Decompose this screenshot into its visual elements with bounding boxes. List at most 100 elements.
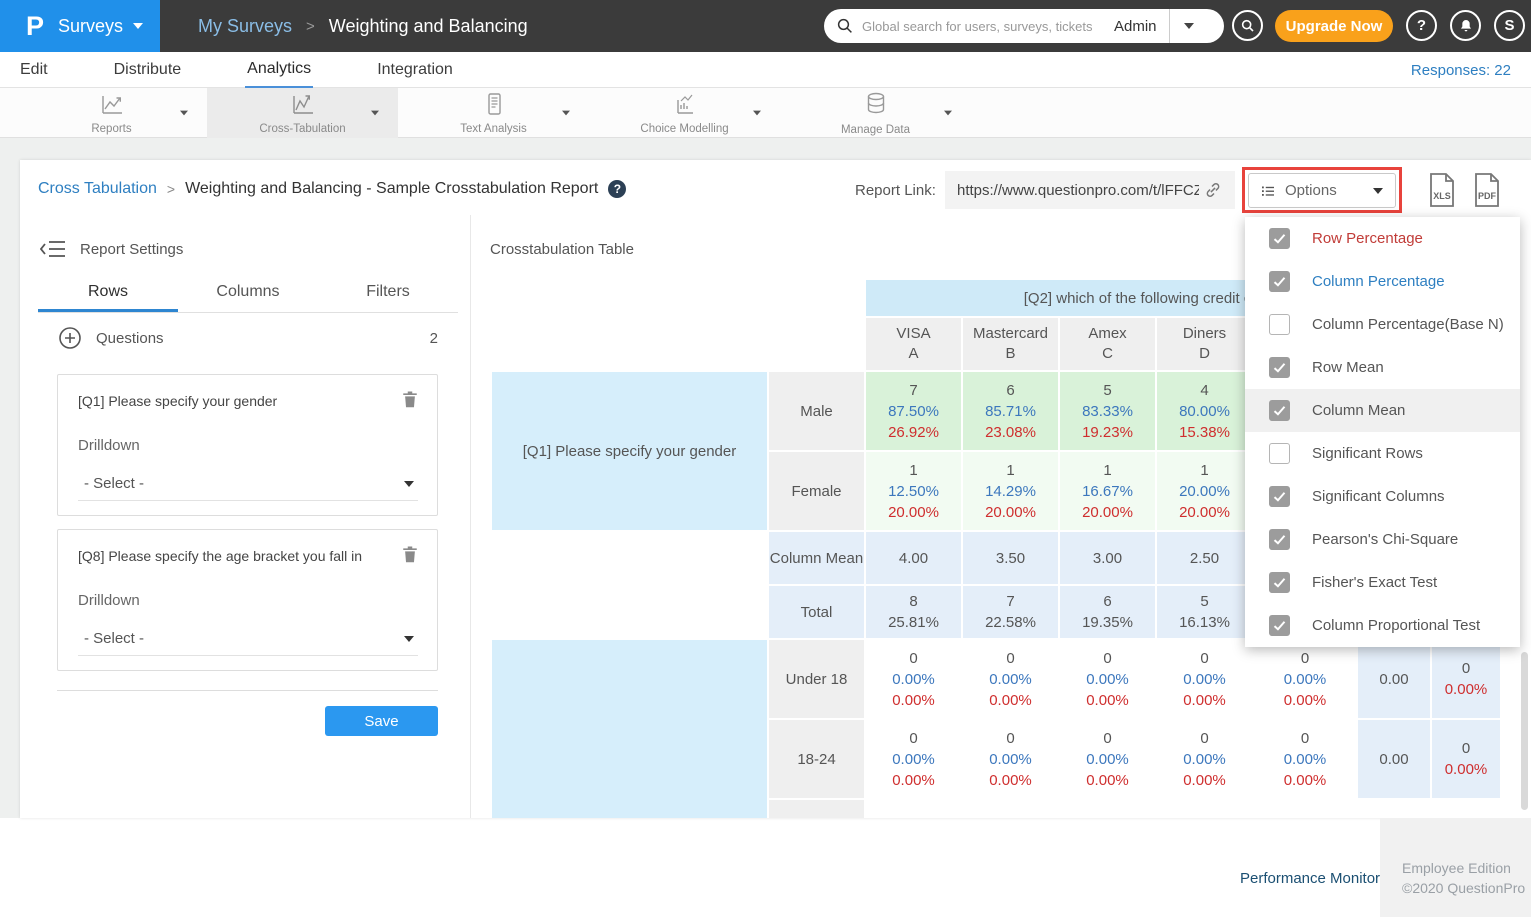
options-menu-item-column-mean[interactable]: Column Mean [1245, 389, 1520, 432]
crosstab-cell [1358, 800, 1430, 818]
checkbox-checked-icon[interactable] [1269, 486, 1290, 507]
options-menu-item-significant-rows[interactable]: Significant Rows [1245, 432, 1520, 475]
drilldown-label: Drilldown [78, 437, 140, 454]
tab-filters[interactable]: Filters [318, 280, 458, 312]
upgrade-now-button[interactable]: Upgrade Now [1275, 10, 1393, 42]
crosstab-cell: 825.81% [866, 586, 961, 638]
table-scrollbar-thumb[interactable] [1521, 652, 1528, 810]
question-text: [Q8] Please specify the age bracket you … [78, 548, 378, 564]
report-link-label: Report Link: [855, 182, 936, 199]
crosstab-cell: 480.00%15.38% [1157, 372, 1252, 450]
options-menu-item-label: Fisher's Exact Test [1312, 574, 1437, 591]
checkbox-unchecked-icon[interactable] [1269, 314, 1290, 335]
checkbox-checked-icon[interactable] [1269, 615, 1290, 636]
breadcrumb-separator: > [167, 181, 175, 197]
toolbar-item-manage-data[interactable]: Manage Data [780, 88, 971, 138]
crosstab-cell: 00.00%0.00% [1157, 640, 1252, 718]
options-menu-item-row-percentage[interactable]: Row Percentage [1245, 217, 1520, 260]
cell-line: 0.00% [1254, 749, 1356, 770]
export-pdf-button[interactable]: PDF [1472, 172, 1502, 213]
cell-line: 0.00% [1254, 690, 1356, 711]
help-icon[interactable]: ? [608, 180, 626, 198]
surveys-product-menu[interactable]: P Surveys [0, 0, 160, 52]
edition-label: Employee Edition [1402, 860, 1511, 876]
tab-columns[interactable]: Columns [178, 280, 318, 312]
export-xls-button[interactable]: XLS [1427, 172, 1457, 213]
crosstab-cell: 0.00 [1358, 640, 1430, 718]
options-menu-item-column-percentage[interactable]: Column Percentage [1245, 260, 1520, 303]
options-menu-item-row-mean[interactable]: Row Mean [1245, 346, 1520, 389]
options-menu-item-label: Row Mean [1312, 359, 1384, 376]
report-url-input[interactable] [945, 171, 1235, 209]
checkbox-checked-icon[interactable] [1269, 572, 1290, 593]
crosstab-row-header [769, 800, 864, 818]
options-menu-item-label: Significant Rows [1312, 445, 1423, 462]
toolbar-item-reports[interactable]: Reports [16, 88, 207, 138]
nav-item-distribute[interactable]: Distribute [112, 52, 184, 88]
options-menu-item-significant-columns[interactable]: Significant Columns [1245, 475, 1520, 518]
collapse-panel-icon[interactable] [40, 238, 66, 260]
search-scope-admin[interactable]: Admin [1114, 18, 1157, 35]
cell-line: 0 [1254, 728, 1356, 749]
delete-question-icon[interactable] [401, 389, 419, 414]
performance-monitor-link[interactable]: Performance Monitor [1240, 870, 1380, 887]
reports-icon [99, 92, 125, 121]
cell-line: 0.00% [1060, 669, 1155, 690]
add-question-icon[interactable] [58, 326, 82, 350]
checkbox-checked-icon[interactable] [1269, 357, 1290, 378]
options-menu-item-label: Significant Columns [1312, 488, 1445, 505]
breadcrumb-my-surveys[interactable]: My Surveys [198, 16, 292, 37]
options-menu-item-fisher-s-exact-test[interactable]: Fisher's Exact Test [1245, 561, 1520, 604]
chevron-down-icon[interactable] [371, 111, 379, 116]
options-menu-item-label: Column Mean [1312, 402, 1405, 419]
cell-line: 14.29% [963, 481, 1058, 502]
drilldown-select[interactable]: - Select - [78, 467, 418, 501]
drilldown-label: Drilldown [78, 592, 140, 609]
chevron-down-icon[interactable] [180, 111, 188, 116]
questions-row: Questions 2 [58, 326, 438, 350]
checkbox-checked-icon[interactable] [1269, 529, 1290, 550]
nav-item-edit[interactable]: Edit [18, 52, 50, 88]
crosstab-cell: 116.67%20.00% [1060, 452, 1155, 530]
toolbar-item-text-analysis[interactable]: Text Analysis [398, 88, 589, 138]
nav-item-analytics[interactable]: Analytics [245, 52, 313, 88]
help-button[interactable]: ? [1406, 10, 1437, 41]
global-search: Admin [824, 9, 1224, 43]
crosstab-cell: 00.00%0.00% [963, 720, 1058, 798]
delete-question-icon[interactable] [401, 544, 419, 569]
save-button[interactable]: Save [325, 706, 438, 736]
cell-line: 87.50% [866, 401, 961, 422]
checkbox-checked-icon[interactable] [1269, 271, 1290, 292]
options-menu-item-column-percentage-base-n-[interactable]: Column Percentage(Base N) [1245, 303, 1520, 346]
toolbar-item-label: Choice Modelling [640, 123, 728, 135]
checkbox-checked-icon[interactable] [1269, 228, 1290, 249]
cell-line: 26.92% [866, 422, 961, 443]
notifications-button[interactable] [1450, 10, 1481, 41]
options-button-label: Options [1285, 182, 1337, 199]
options-button[interactable]: Options [1248, 173, 1396, 208]
options-menu-item-column-proportional-test[interactable]: Column Proportional Test [1245, 604, 1520, 647]
drilldown-select[interactable]: - Select - [78, 622, 418, 656]
chevron-down-icon[interactable] [944, 111, 952, 116]
checkbox-checked-icon[interactable] [1269, 400, 1290, 421]
search-scope-dropdown[interactable] [1170, 9, 1208, 43]
chevron-down-icon[interactable] [753, 111, 761, 116]
options-menu-item-pearson-s-chi-square[interactable]: Pearson's Chi-Square [1245, 518, 1520, 561]
toolbar-item-label: Reports [91, 123, 131, 135]
tab-rows[interactable]: Rows [38, 280, 178, 312]
cell-line: 1 [1157, 460, 1252, 481]
breadcrumb-separator: > [306, 18, 315, 35]
nav-item-integration[interactable]: Integration [375, 52, 455, 88]
crosstab-cell: 516.13% [1157, 586, 1252, 638]
checkbox-unchecked-icon[interactable] [1269, 443, 1290, 464]
crosstab-cell: 619.35% [1060, 586, 1155, 638]
chevron-down-icon[interactable] [562, 111, 570, 116]
cross-tabulation-link[interactable]: Cross Tabulation [38, 180, 157, 198]
account-avatar[interactable]: S [1494, 10, 1525, 41]
toolbar-item-cross-tabulation[interactable]: Cross-Tabulation [207, 88, 398, 138]
search-submit-button[interactable] [1232, 10, 1263, 41]
search-input[interactable] [862, 19, 1114, 34]
link-icon[interactable] [1203, 180, 1223, 205]
toolbar-item-choice-modelling[interactable]: Choice Modelling [589, 88, 780, 138]
crosstab-row-header: Male [769, 372, 864, 450]
